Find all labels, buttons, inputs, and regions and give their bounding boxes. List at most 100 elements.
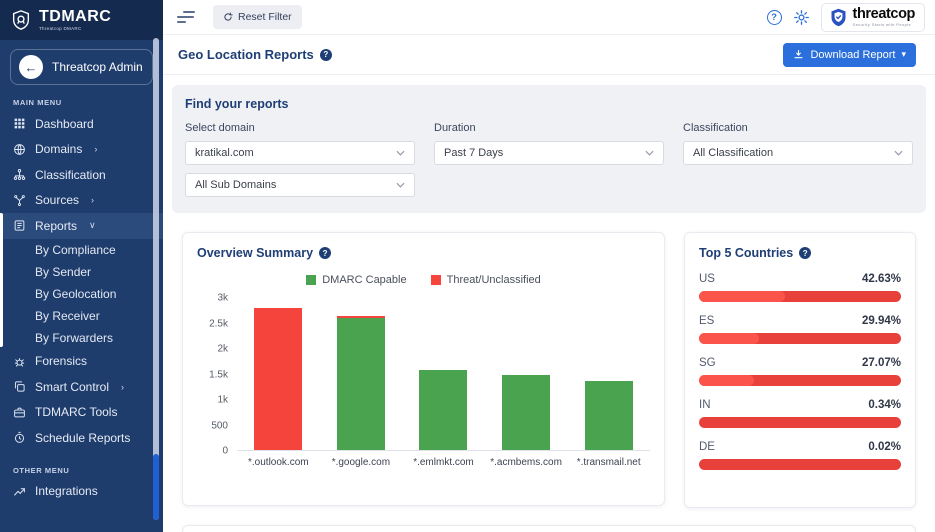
- chevron-right-icon: ›: [91, 195, 94, 205]
- sidebar-item-sources[interactable]: Sources ›: [0, 188, 163, 214]
- user-chip[interactable]: ← Threatcop Admin: [10, 49, 153, 85]
- legend-item-dmarc-capable[interactable]: DMARC Capable: [306, 274, 406, 286]
- top5-countries-title-text: Top 5 Countries: [699, 246, 793, 260]
- sidebar-item-integrations[interactable]: Integrations: [0, 479, 163, 505]
- page-header: Geo Location Reports ? Download Report ▾: [163, 35, 935, 75]
- back-arrow-icon[interactable]: ←: [19, 55, 43, 79]
- bar-segment-dmarc-capable: [337, 318, 385, 450]
- bar--emlmkt-com: [419, 370, 467, 450]
- sitemap-icon: [13, 168, 26, 181]
- y-tick-label: 2.5k: [209, 318, 228, 329]
- overview-help-icon[interactable]: ?: [319, 247, 331, 259]
- bar--outlook-com: [254, 308, 302, 450]
- sidebar-item-tdmarc-tools[interactable]: TDMARC Tools: [0, 400, 163, 426]
- subdomain-select-value: All Sub Domains: [195, 179, 276, 191]
- y-tick-label: 500: [211, 420, 228, 431]
- country-bar-fill: [699, 333, 759, 344]
- domain-select-value: kratikal.com: [195, 147, 254, 159]
- y-tick-label: 3k: [217, 293, 228, 304]
- briefcase-icon: [13, 406, 26, 419]
- menu-group-domains: Domains›: [0, 137, 163, 163]
- bar-segment-threat-unclassified: [254, 308, 302, 450]
- chart-line-icon: [13, 485, 26, 498]
- duration-select[interactable]: Past 7 Days: [434, 141, 664, 165]
- reset-filter-button[interactable]: Reset Filter: [213, 5, 302, 29]
- chart-legend: DMARC Capable Threat/Unclassified: [197, 274, 650, 286]
- caret-down-icon: ▾: [901, 49, 906, 60]
- main-area: Reset Filter ? threatcop: [163, 0, 935, 532]
- duration-label: Duration: [434, 122, 664, 134]
- next-section-card: [182, 525, 916, 532]
- sidebar-subitem-by-compliance[interactable]: By Compliance: [0, 239, 163, 261]
- sidebar-subitem-by-receiver[interactable]: By Receiver: [0, 305, 163, 327]
- country-bar-track: [699, 459, 901, 470]
- sidebar-item-dashboard[interactable]: Dashboard: [0, 111, 163, 137]
- sidebar-other-menu: Integrations: [0, 479, 163, 505]
- country-bar-fill: [699, 291, 785, 302]
- y-tick-label: 2k: [217, 344, 228, 355]
- menu-group-integrations: Integrations: [0, 479, 163, 505]
- brand-tagline: Security Starts with People: [853, 23, 915, 27]
- country-bar-track: [699, 291, 901, 302]
- gear-icon[interactable]: [793, 9, 810, 26]
- sidebar-item-schedule-reports[interactable]: Schedule Reports: [0, 425, 163, 451]
- country-percentage: 29.94%: [862, 315, 901, 327]
- country-row-de: DE0.02%: [699, 441, 901, 470]
- sidebar-subitem-by-geolocation[interactable]: By Geolocation: [0, 283, 163, 305]
- bar-segment-dmarc-capable: [502, 375, 550, 450]
- country-code: US: [699, 273, 715, 285]
- help-icon[interactable]: ?: [767, 10, 782, 25]
- x-tick-label: *.transmail.net: [567, 457, 650, 468]
- x-tick-label: *.google.com: [320, 457, 403, 468]
- sidebar-item-forensics[interactable]: Forensics: [0, 349, 163, 375]
- refresh-icon: [223, 12, 233, 22]
- sidebar-scrollbar-thumb[interactable]: [153, 454, 159, 520]
- download-report-button[interactable]: Download Report ▾: [783, 43, 916, 67]
- tdmarc-shield-icon: [10, 9, 32, 31]
- country-bar-track: [699, 417, 901, 428]
- threatcop-shield-icon: [828, 7, 849, 28]
- sidebar-item-domains[interactable]: Domains›: [0, 137, 163, 163]
- sidebar-menu: Dashboard Domains›Classification Sources › R…: [0, 111, 163, 451]
- chart-bars: [237, 298, 650, 450]
- country-code: SG: [699, 357, 716, 369]
- bug-icon: [13, 355, 26, 368]
- sidebar-subitem-by-forwarders[interactable]: By Forwarders: [0, 327, 163, 349]
- sidebar-item-label: Smart Control: [35, 380, 109, 394]
- bar--transmail-net: [585, 381, 633, 450]
- chevron-down-icon: [894, 150, 903, 156]
- bar--google-com: [337, 316, 385, 450]
- legend-item-threat-unclassified[interactable]: Threat/Unclassified: [431, 274, 541, 286]
- country-list: US42.63%ES29.94%SG27.07%IN0.34%DE0.02%: [699, 273, 901, 470]
- x-tick-label: *.outlook.com: [237, 457, 320, 468]
- y-tick-label: 1k: [217, 395, 228, 406]
- sidebar-item-smart-control[interactable]: Smart Control›: [0, 374, 163, 400]
- filter-heading: Find your reports: [185, 97, 913, 111]
- top5-help-icon[interactable]: ?: [799, 247, 811, 259]
- page-help-icon[interactable]: ?: [320, 49, 332, 61]
- globe-icon: [13, 143, 26, 156]
- menu-group-sources: Sources ›: [0, 188, 163, 214]
- sidebar-subitem-by-sender[interactable]: By Sender: [0, 261, 163, 283]
- classification-label: Classification: [683, 122, 913, 134]
- menu-group-dashboard: Dashboard: [0, 111, 163, 137]
- sidebar-item-label: Dashboard: [35, 117, 94, 131]
- classification-select[interactable]: All Classification: [683, 141, 913, 165]
- download-icon: [793, 49, 804, 60]
- domain-select[interactable]: kratikal.com: [185, 141, 415, 165]
- country-code: IN: [699, 399, 711, 411]
- subdomain-select[interactable]: All Sub Domains: [185, 173, 415, 197]
- sidebar-item-classification[interactable]: Classification: [0, 162, 163, 188]
- country-bar-track: [699, 375, 901, 386]
- country-row-us: US42.63%: [699, 273, 901, 302]
- sidebar-item-reports[interactable]: Reports∨: [0, 213, 163, 239]
- sidebar-scrollbar-track[interactable]: [153, 38, 159, 520]
- other-menu-label: OTHER MENU: [13, 466, 163, 475]
- hamburger-menu-icon[interactable]: [177, 11, 195, 23]
- country-percentage: 0.34%: [868, 399, 901, 411]
- country-bar-track: [699, 333, 901, 344]
- sidebar-item-label: Sources: [35, 193, 79, 207]
- overview-summary-title-text: Overview Summary: [197, 246, 313, 260]
- overview-summary-card: Overview Summary ? DMARC Capable Threat/U…: [182, 232, 665, 506]
- legend-label: DMARC Capable: [322, 274, 406, 286]
